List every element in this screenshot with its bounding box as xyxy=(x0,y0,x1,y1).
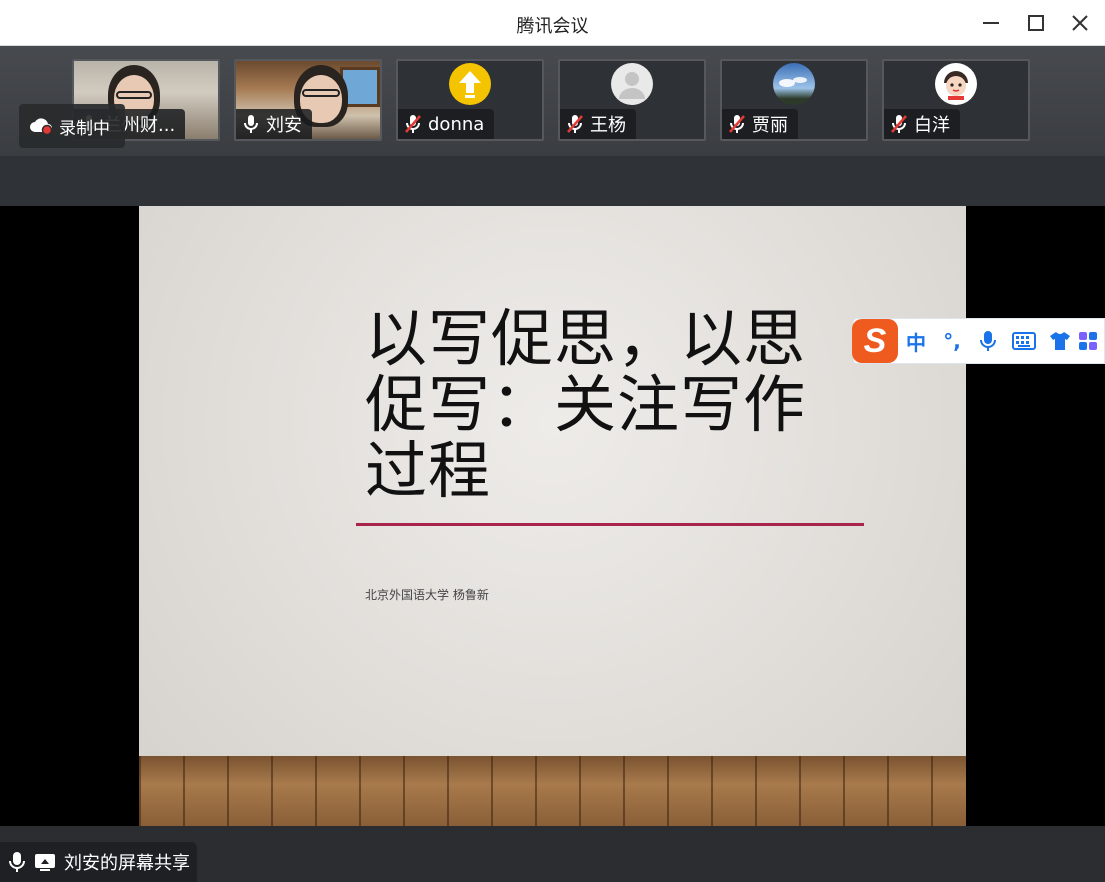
participant-tile[interactable]: 王杨 xyxy=(558,59,706,141)
cloud-record-icon xyxy=(30,118,53,136)
participant-name: donna xyxy=(428,113,485,135)
participant-tile[interactable]: donna xyxy=(396,59,544,141)
microphone-icon xyxy=(244,115,258,133)
screen-share-label: 刘安的屏幕共享 xyxy=(64,853,190,874)
upload-arrow-icon xyxy=(449,63,491,105)
microphone-icon xyxy=(9,852,25,872)
recording-badge[interactable]: 录制中 xyxy=(19,104,125,148)
sky-photo-icon xyxy=(773,63,815,105)
spacer xyxy=(0,156,1105,206)
ime-toolbar: S 中 °, xyxy=(852,318,1105,364)
participant-name: 刘安 xyxy=(266,115,302,136)
slide-divider xyxy=(356,523,864,526)
participant-namebar: 王杨 xyxy=(560,109,636,139)
close-button[interactable] xyxy=(1065,8,1095,38)
participant-namebar: 白洋 xyxy=(884,109,960,139)
keyboard-icon[interactable] xyxy=(1006,321,1042,361)
ime-mode-button[interactable]: 中 xyxy=(898,321,934,361)
cartoon-face-icon xyxy=(935,63,977,105)
participant-tile[interactable]: 贾丽 xyxy=(720,59,868,141)
participant-namebar: donna xyxy=(398,109,495,139)
participant-tile[interactable]: 白洋 xyxy=(882,59,1030,141)
participant-namebar: 贾丽 xyxy=(722,109,798,139)
slide-subtitle: 北京外国语大学 杨鲁新 xyxy=(365,588,489,602)
muted-microphone-icon xyxy=(405,115,421,133)
muted-microphone-icon xyxy=(891,115,907,133)
participant-name: 贾丽 xyxy=(752,115,788,136)
participant-tile[interactable]: 刘安 xyxy=(234,59,382,141)
maximize-icon xyxy=(1028,15,1044,31)
shared-screen: 以写促思，以思促写：关注写作过程 北京外国语大学 杨鲁新 xyxy=(0,206,1105,826)
sogou-logo-icon[interactable]: S xyxy=(852,319,898,363)
wood-floor xyxy=(139,756,966,826)
maximize-button[interactable] xyxy=(1021,8,1051,38)
close-icon xyxy=(1072,15,1088,31)
recording-label: 录制中 xyxy=(59,118,110,139)
minimize-button[interactable] xyxy=(976,8,1006,38)
bottom-bar: 刘安的屏幕共享 xyxy=(0,826,1105,882)
screen-share-badge[interactable]: 刘安的屏幕共享 xyxy=(0,842,197,882)
muted-microphone-icon xyxy=(729,115,745,133)
participant-namebar: 刘安 xyxy=(236,109,312,139)
muted-microphone-icon xyxy=(567,115,583,133)
screen-share-icon xyxy=(35,854,55,871)
skin-shirt-icon[interactable] xyxy=(1042,321,1078,361)
participant-name: 王杨 xyxy=(590,115,626,136)
default-user-icon xyxy=(611,63,653,105)
presentation-slide: 以写促思，以思促写：关注写作过程 北京外国语大学 杨鲁新 xyxy=(139,206,966,826)
window-title: 腾讯会议 xyxy=(516,16,589,37)
ime-punctuation-button[interactable]: °, xyxy=(934,321,970,361)
minimize-icon xyxy=(983,22,999,24)
participant-name: 白洋 xyxy=(914,115,950,136)
microphone-icon[interactable] xyxy=(970,321,1006,361)
participant-strip: 兰州财... 刘安 donna 王杨 贾丽 白洋 xyxy=(0,46,1105,156)
title-bar: 腾讯会议 xyxy=(0,0,1105,46)
slide-title: 以写促思，以思促写：关注写作过程 xyxy=(365,302,807,507)
toolbox-icon[interactable] xyxy=(1078,321,1100,361)
